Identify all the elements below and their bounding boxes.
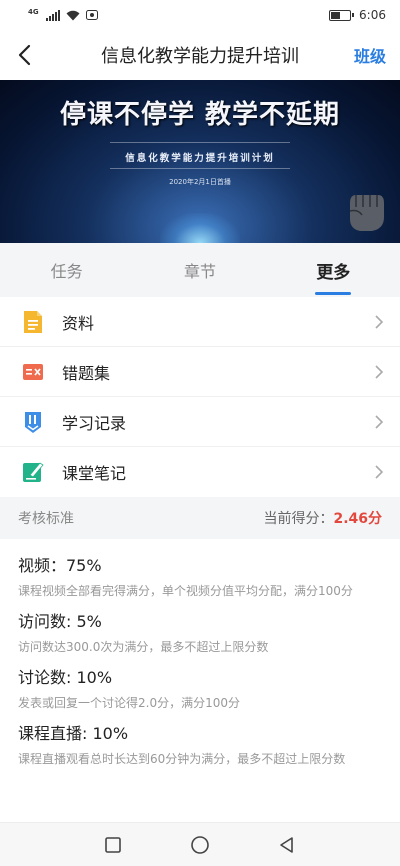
criterion-title: 课程直播: 10% (18, 724, 129, 743)
tab-chapters[interactable]: 章节 (133, 243, 266, 297)
chevron-right-icon (375, 315, 384, 329)
banner-headline: 停课不停学 教学不延期 (59, 100, 341, 130)
tab-more[interactable]: 更多 (267, 243, 400, 297)
study-record-icon (25, 411, 41, 433)
network-type: 4G (28, 8, 39, 16)
class-link[interactable]: 班级 (354, 43, 386, 67)
course-tabs: 任务 章节 更多 (0, 243, 400, 297)
home-button[interactable] (189, 834, 211, 856)
list-item-class-notes[interactable]: 课堂笔记 (0, 447, 400, 497)
notification-icon (85, 10, 98, 20)
criterion-live: 课程直播: 10% 课程直播观看总时长达到60分钟为满分，最多不超过上限分数 (18, 723, 382, 767)
triangle-back-icon (279, 836, 293, 853)
list-item-label: 课堂笔记 (62, 464, 127, 483)
back-arrow-icon[interactable] (14, 42, 38, 68)
list-item-wrong-answers[interactable]: 错题集 (0, 347, 400, 397)
list-item-materials[interactable]: 资料 (0, 297, 400, 347)
battery-icon (329, 9, 355, 21)
criterion-title: 讨论数: 10% (18, 668, 113, 687)
criterion-title: 视频：75% (18, 556, 102, 575)
banner-divider (110, 168, 290, 169)
assessment-header: 考核标准 当前得分：2.46分 (0, 497, 400, 539)
list-item-study-record[interactable]: 学习记录 (0, 397, 400, 447)
criterion-description: 课程直播观看总时长达到60分钟为满分，最多不超过上限分数 (18, 752, 346, 766)
chevron-right-icon (375, 365, 384, 379)
status-bar: 4G 6:06 (0, 0, 400, 30)
banner-glow (160, 213, 240, 243)
chevron-right-icon (375, 415, 384, 429)
back-button[interactable] (276, 834, 298, 856)
app-header: 信息化教学能力提升培训 班级 (0, 30, 400, 80)
wifi-icon (66, 10, 80, 20)
system-navigation-bar (0, 822, 400, 866)
score-value: 2.46分 (333, 511, 382, 527)
recent-apps-button[interactable] (102, 834, 124, 856)
banner-subtitle: 信息化教学能力提升培训计划 (125, 153, 275, 164)
banner-divider (110, 142, 290, 143)
banner-date: 2020年2月1日首播 (169, 178, 231, 186)
criterion-visits: 访问数: 5% 访问数达300.0次为满分，最多不超过上限分数 (18, 611, 382, 655)
note-icon (23, 462, 44, 482)
more-menu-list: 资料 错题集 学习记录 课堂笔记 (0, 297, 400, 497)
chevron-right-icon (375, 465, 384, 479)
square-icon (105, 836, 122, 853)
wrong-answers-icon (23, 363, 43, 380)
assessment-title: 考核标准 (18, 511, 74, 527)
criterion-video: 视频：75% 课程视频全部看完得满分，单个视频分值平均分配，满分100分 (18, 555, 382, 599)
criterion-description: 访问数达300.0次为满分，最多不超过上限分数 (18, 640, 269, 654)
tab-tasks[interactable]: 任务 (0, 243, 133, 297)
list-item-label: 错题集 (62, 363, 111, 383)
criterion-description: 发表或回复一个讨论得2.0分，满分100分 (18, 696, 240, 710)
current-score: 当前得分：2.46分 (263, 508, 382, 528)
list-item-label: 资料 (62, 313, 95, 333)
status-time: 6:06 (359, 8, 386, 22)
criterion-title: 访问数: 5% (18, 612, 102, 631)
criterion-description: 课程视频全部看完得满分，单个视频分值平均分配，满分100分 (18, 584, 353, 598)
assessment-criteria: 视频：75% 课程视频全部看完得满分，单个视频分值平均分配，满分100分 访问数… (0, 545, 400, 779)
course-banner: 停课不停学 教学不延期 信息化教学能力提升培训计划 2020年2月1日首播 (0, 80, 400, 243)
page-title: 信息化教学能力提升培训 (101, 46, 299, 67)
signal-icon (45, 9, 60, 21)
score-label: 当前得分： (263, 511, 334, 527)
circle-icon (191, 835, 209, 854)
fist-icon (349, 195, 384, 231)
document-icon (24, 310, 42, 333)
list-item-label: 学习记录 (62, 413, 127, 433)
criterion-discussions: 讨论数: 10% 发表或回复一个讨论得2.0分，满分100分 (18, 667, 382, 711)
